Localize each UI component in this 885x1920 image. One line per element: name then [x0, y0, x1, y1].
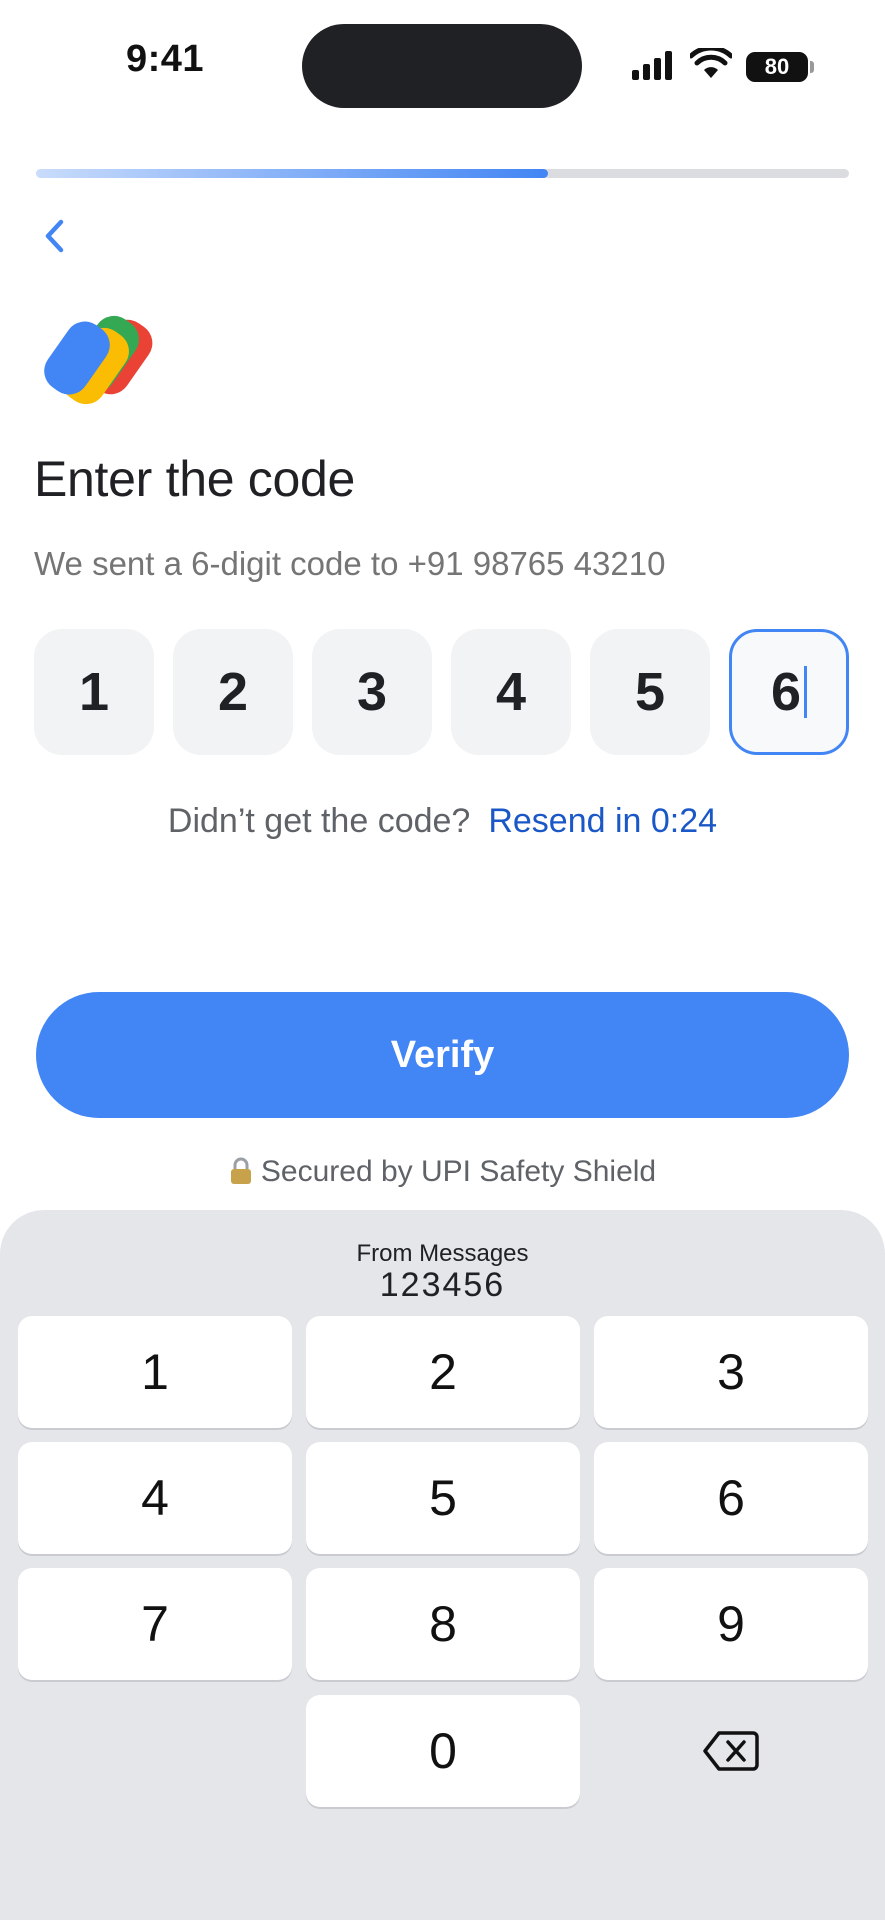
key-3[interactable]: 3	[594, 1316, 868, 1428]
autofill-source: From Messages	[356, 1240, 529, 1267]
progress-bar	[36, 169, 849, 178]
otp-digit-1[interactable]: 1	[34, 629, 154, 755]
key-2[interactable]: 2	[306, 1316, 580, 1428]
dynamic-island	[302, 24, 582, 108]
otp-digit-3[interactable]: 3	[312, 629, 432, 755]
google-pay-logo	[44, 315, 153, 405]
key-1[interactable]: 1	[18, 1316, 292, 1428]
otp-digit-5[interactable]: 5	[590, 629, 710, 755]
resend-row: Didn’t get the code? Resend in 0:24	[0, 802, 885, 841]
verify-button[interactable]: Verify	[36, 992, 849, 1118]
status-time: 9:41	[125, 38, 205, 80]
otp-digit-6[interactable]: 6	[729, 629, 849, 755]
progress-fill	[36, 169, 549, 178]
cellular-signal-icon	[632, 50, 676, 80]
resend-question: Didn’t get the code?	[167, 802, 471, 840]
battery-tip	[810, 61, 814, 73]
delete-key[interactable]	[594, 1695, 868, 1807]
key-7[interactable]: 7	[18, 1568, 292, 1680]
numeric-keyboard: From Messages 123456 1 2 3 4 5 6 7 8 9 0	[0, 1210, 885, 1920]
lock-icon	[230, 1157, 251, 1184]
page-title: Enter the code	[34, 451, 356, 507]
wifi-icon	[690, 48, 732, 78]
key-0[interactable]: 0	[306, 1695, 580, 1807]
key-8[interactable]: 8	[306, 1568, 580, 1680]
resend-link[interactable]: Resend in 0:24	[488, 802, 717, 840]
otp-input-group: 1 2 3 4 5 6	[34, 629, 849, 755]
backspace-icon	[703, 1731, 759, 1771]
battery-icon: 80	[746, 52, 808, 82]
otp-digit-4[interactable]: 4	[451, 629, 571, 755]
autofill-code-suggestion[interactable]: 123456	[0, 1266, 885, 1305]
key-4[interactable]: 4	[18, 1442, 292, 1554]
key-9[interactable]: 9	[594, 1568, 868, 1680]
chevron-left-icon	[45, 219, 64, 253]
text-caret	[804, 666, 808, 718]
key-5[interactable]: 5	[306, 1442, 580, 1554]
status-bar: 9:41 80	[0, 0, 885, 120]
security-text: Secured by UPI Safety Shield	[260, 1155, 657, 1188]
key-6[interactable]: 6	[594, 1442, 868, 1554]
back-button[interactable]	[30, 208, 78, 264]
security-note: Secured by UPI Safety Shield	[0, 1155, 885, 1189]
otp-digit-2[interactable]: 2	[173, 629, 293, 755]
page-subtitle: We sent a 6-digit code to +91 98765 4321…	[34, 545, 666, 582]
